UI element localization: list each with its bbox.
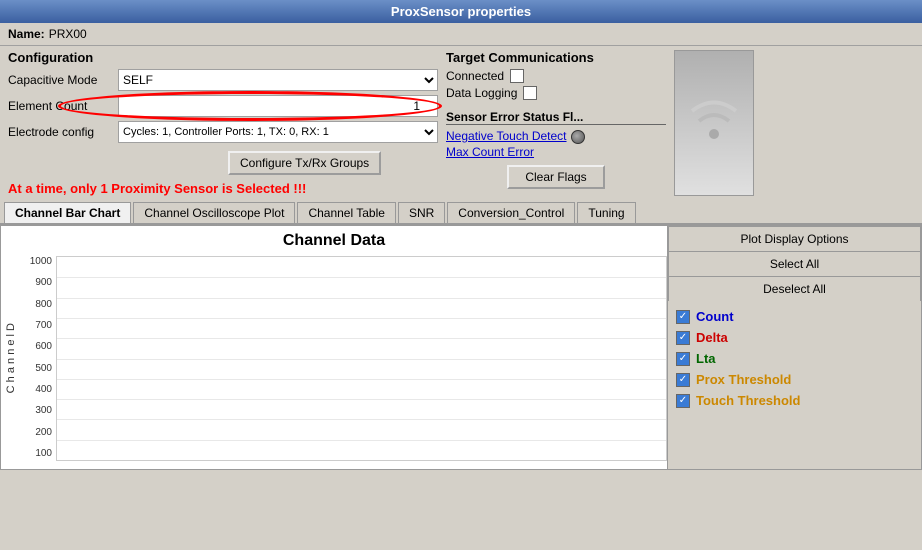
grid-line-200	[57, 419, 666, 420]
legend-touch-threshold-label: Touch Threshold	[696, 393, 800, 408]
y-axis-label: C h a n n e l D	[5, 323, 17, 393]
deselect-all-button[interactable]: Deselect All	[668, 276, 921, 301]
tab-snr[interactable]: SNR	[398, 202, 445, 223]
configuration-section: Configuration Capacitive Mode SELF Eleme…	[8, 50, 438, 196]
electrode-config-label: Electrode config	[8, 125, 118, 139]
tabs-row: Channel Bar Chart Channel Oscilloscope P…	[0, 200, 922, 225]
select-all-button[interactable]: Select All	[668, 251, 921, 276]
data-logging-label: Data Logging	[446, 86, 517, 100]
grid-line-400	[57, 379, 666, 380]
configure-txrx-button[interactable]: Configure Tx/Rx Groups	[228, 151, 381, 175]
legend-count: ✓ Count	[676, 309, 913, 324]
legend-prox-threshold: ✓ Prox Threshold	[676, 372, 913, 387]
wifi-area	[674, 50, 754, 196]
name-label: Name:	[8, 27, 45, 41]
chart-body: C h a n n e l D 1000 900 800 700 600 500…	[1, 256, 667, 461]
connected-label: Connected	[446, 69, 504, 83]
target-comms-title: Target Communications	[446, 50, 666, 65]
grid-line-800	[57, 298, 666, 299]
legend-prox-threshold-label: Prox Threshold	[696, 372, 791, 387]
element-count-input[interactable]	[118, 95, 438, 117]
configure-btn-row: Configure Tx/Rx Groups	[118, 147, 438, 175]
negative-touch-row: Negative Touch Detect	[446, 129, 666, 145]
legend-touch-threshold-checkbox[interactable]: ✓	[676, 394, 690, 408]
negative-touch-led	[571, 130, 585, 144]
tab-channel-oscilloscope-plot[interactable]: Channel Oscilloscope Plot	[133, 202, 295, 223]
clear-flags-container: Clear Flags	[446, 165, 666, 189]
chart-container: Channel Data C h a n n e l D 1000 900 80…	[0, 225, 922, 470]
legend-count-checkbox[interactable]: ✓	[676, 310, 690, 324]
plot-display-options-button[interactable]: Plot Display Options	[668, 226, 921, 251]
connected-checkbox[interactable]	[510, 69, 524, 83]
legend-prox-threshold-checkbox[interactable]: ✓	[676, 373, 690, 387]
grid-line-100	[57, 440, 666, 441]
connected-row: Connected	[446, 69, 666, 83]
legend-area: ✓ Count ✓ Delta ✓ Lta ✓ Prox Threshold ✓…	[668, 301, 921, 416]
y-axis-labels: 1000 900 800 700 600 500 400 300 200 100	[21, 256, 56, 461]
name-value: PRX00	[49, 27, 87, 41]
title-bar: ProxSensor properties	[0, 0, 922, 23]
sensor-error-title: Sensor Error Status Fl...	[446, 110, 666, 125]
negative-touch-link[interactable]: Negative Touch Detect	[446, 129, 567, 143]
legend-delta-label: Delta	[696, 330, 728, 345]
tab-channel-bar-chart[interactable]: Channel Bar Chart	[4, 202, 131, 223]
capacitive-mode-label: Capacitive Mode	[8, 73, 118, 87]
legend-delta-checkbox[interactable]: ✓	[676, 331, 690, 345]
grid-line-500	[57, 359, 666, 360]
element-count-label: Element Count	[8, 99, 118, 113]
warning-text: At a time, only 1 Proximity Sensor is Se…	[8, 181, 438, 196]
legend-count-label: Count	[696, 309, 734, 324]
chart-plot	[56, 256, 667, 461]
chart-title: Channel Data	[1, 226, 667, 256]
legend-delta: ✓ Delta	[676, 330, 913, 345]
right-panel: Plot Display Options Select All Deselect…	[667, 226, 921, 469]
electrode-config-row: Electrode config Cycles: 1, Controller P…	[8, 121, 438, 143]
max-count-row: Max Count Error	[446, 145, 666, 159]
max-count-error-link[interactable]: Max Count Error	[446, 145, 666, 159]
grid-line-600	[57, 338, 666, 339]
legend-touch-threshold: ✓ Touch Threshold	[676, 393, 913, 408]
y-axis-label-container: C h a n n e l D	[1, 256, 21, 461]
clear-flags-button[interactable]: Clear Flags	[507, 165, 604, 189]
element-count-highlight	[118, 95, 438, 117]
capacitive-mode-select[interactable]: SELF	[118, 69, 438, 91]
legend-lta-checkbox[interactable]: ✓	[676, 352, 690, 366]
target-communications-section: Target Communications Connected Data Log…	[446, 50, 666, 196]
title-text: ProxSensor properties	[391, 4, 531, 19]
legend-lta-label: Lta	[696, 351, 716, 366]
sensor-error-section: Sensor Error Status Fl... Negative Touch…	[446, 110, 666, 189]
legend-lta: ✓ Lta	[676, 351, 913, 366]
name-row: Name: PRX00	[0, 23, 922, 46]
grid-line-900	[57, 277, 666, 278]
config-title: Configuration	[8, 50, 438, 65]
capacitive-mode-row: Capacitive Mode SELF	[8, 69, 438, 91]
data-logging-checkbox[interactable]	[523, 86, 537, 100]
wifi-icon	[684, 89, 744, 157]
element-count-row: Element Count	[8, 95, 438, 117]
grid-line-700	[57, 318, 666, 319]
main-top-content: Configuration Capacitive Mode SELF Eleme…	[0, 46, 922, 200]
electrode-config-select[interactable]: Cycles: 1, Controller Ports: 1, TX: 0, R…	[118, 121, 438, 143]
tab-tuning[interactable]: Tuning	[577, 202, 635, 223]
data-logging-row: Data Logging	[446, 86, 666, 100]
tab-channel-table[interactable]: Channel Table	[297, 202, 396, 223]
tab-conversion-control[interactable]: Conversion_Control	[447, 202, 575, 223]
grid-line-300	[57, 399, 666, 400]
chart-main: Channel Data C h a n n e l D 1000 900 80…	[1, 226, 667, 469]
